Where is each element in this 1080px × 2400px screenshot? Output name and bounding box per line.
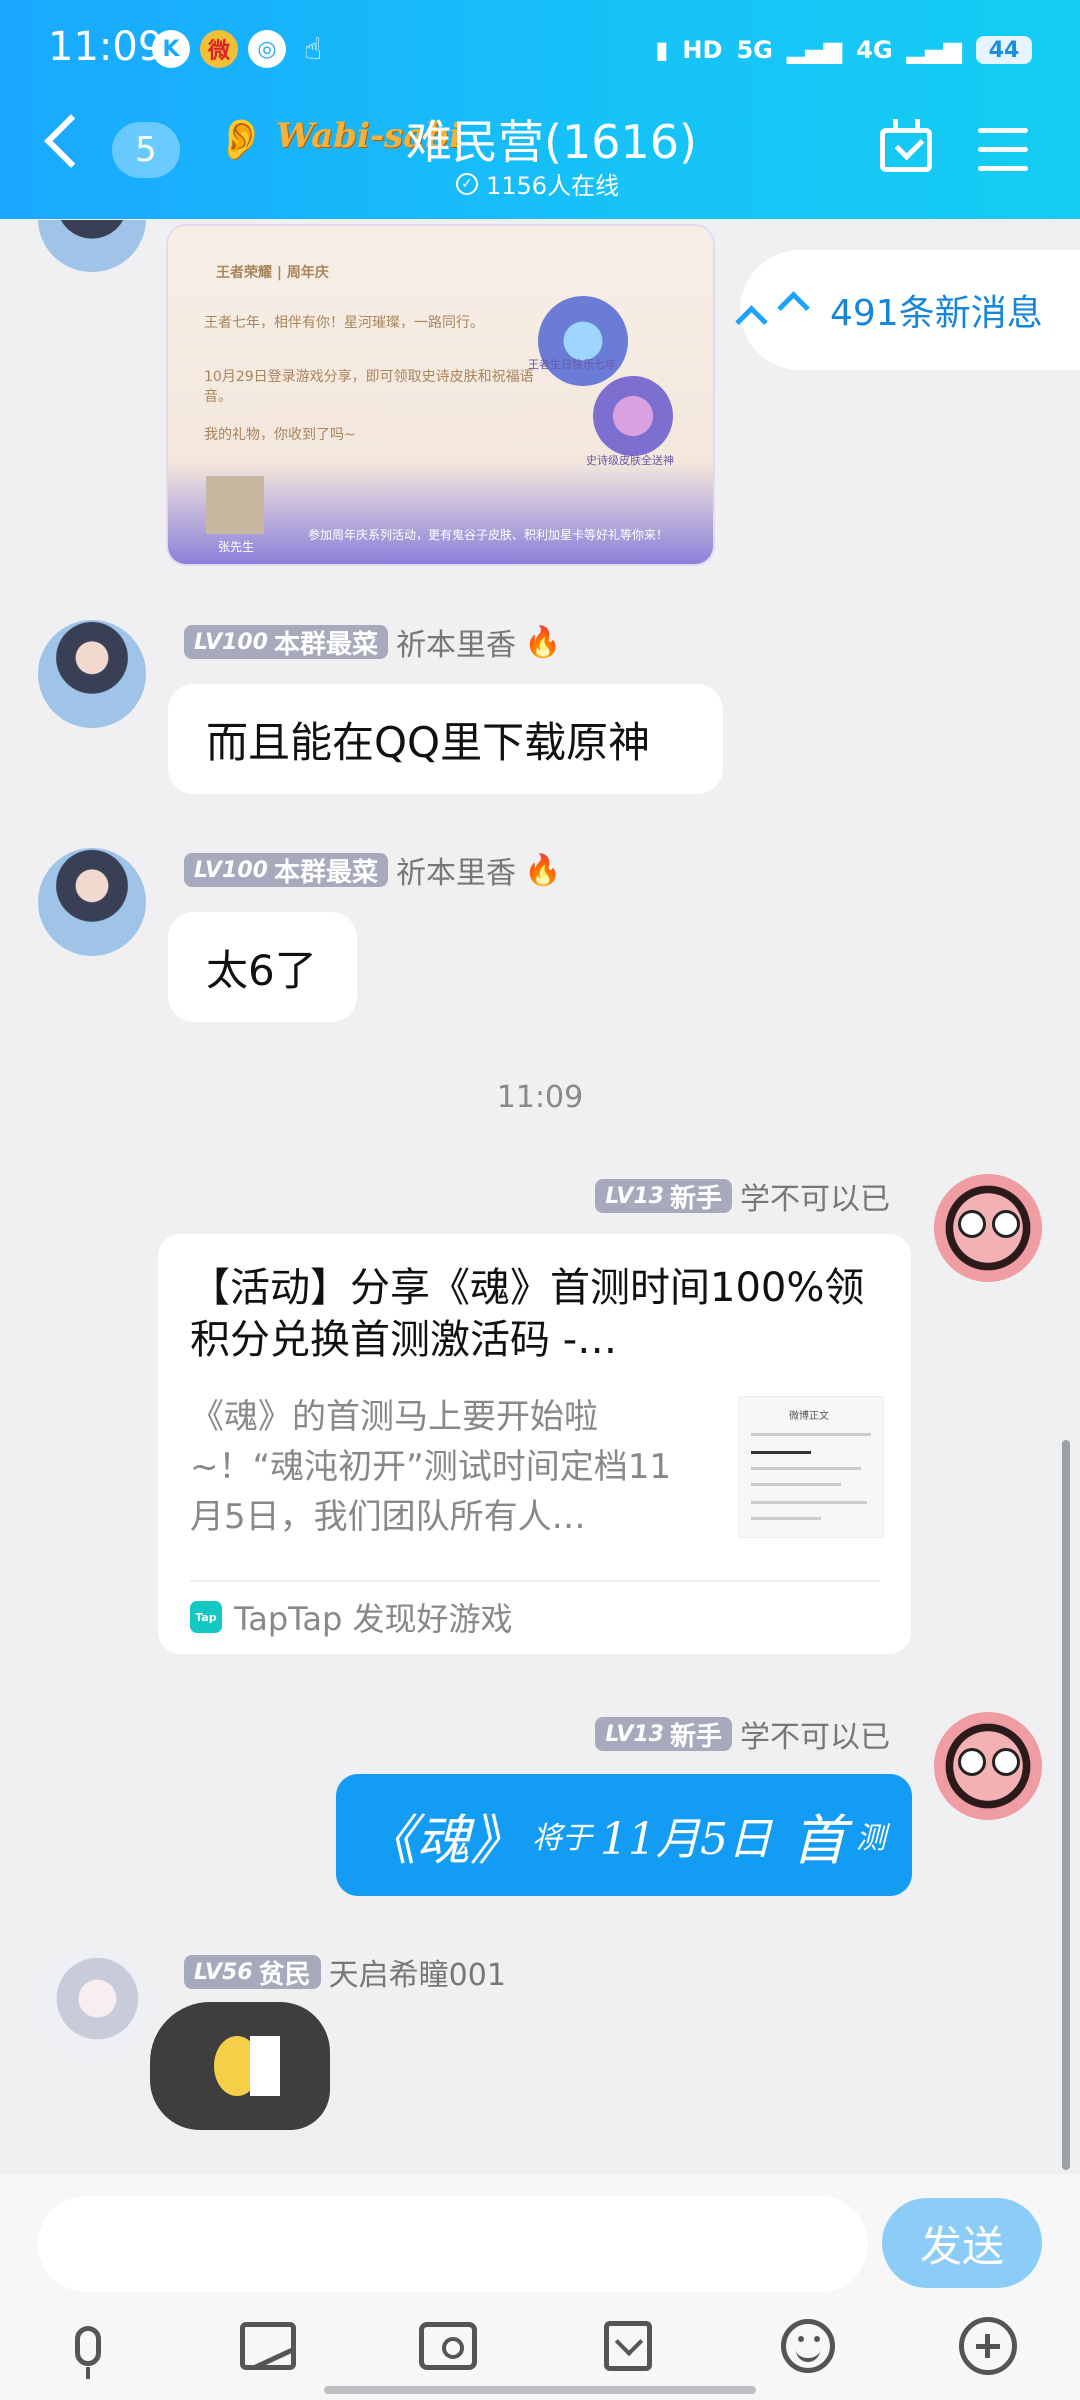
gem-graphic [538, 296, 628, 386]
divider [190, 1580, 879, 1582]
message-bubble[interactable]: 而且能在QQ里下载原神 [168, 684, 723, 794]
back-arrow-icon[interactable] [44, 114, 98, 168]
image-text: 王者七年，相伴有你！星河璀璨，一路同行。 [204, 315, 484, 331]
avatar[interactable] [38, 620, 146, 728]
sender-name[interactable]: 学不可以已 [740, 1712, 890, 1756]
image-text: 参加周年庆系列活动，更有鬼谷子皮肤、积利加星卡等好礼等你来！ [308, 528, 669, 542]
red-packet-icon[interactable] [598, 2316, 658, 2376]
message-meta: LV56 贫民 天启希瞳001 [184, 1950, 506, 1994]
link-card[interactable]: 【活动】分享《魂》首测时间100%领积分兑换首测激活码 -… 《魂》的首测马上要… [158, 1234, 911, 1654]
calendar-check-icon[interactable] [880, 119, 932, 172]
fire-icon: 🔥 [523, 852, 562, 888]
fire-icon: 🔥 [523, 624, 562, 660]
status-time: 11:09 [48, 24, 164, 70]
art-text: 将于 [532, 1821, 592, 1856]
home-indicator[interactable] [324, 2386, 756, 2394]
avatar[interactable] [934, 1174, 1042, 1282]
image-text: 我的礼物，你收到了吗~ [204, 427, 356, 443]
image-text: 10月29日登录游戏分享，即可领取史诗皮肤和祝福语音。 [204, 369, 534, 405]
level-badge: LV13 新手 [595, 1179, 732, 1214]
message-meta: LV100 本群最菜 祈本里香 🔥 [184, 848, 561, 892]
hd-label: HD [682, 36, 723, 64]
art-text: 《魂》 [362, 1808, 524, 1872]
art-text: 11月5日 [600, 1814, 772, 1865]
avatar[interactable] [934, 1712, 1042, 1820]
vibrate-icon: ▮ [655, 36, 669, 64]
menu-icon[interactable] [978, 128, 1028, 172]
link-source: Tap TapTap 发现好游戏 [190, 1594, 513, 1640]
chat-header: 11:09 K 微 ◎ ☝ ▮ HD 5G ▂▄▆ 4G ▂▄▆ 44 5 👂 … [0, 0, 1080, 219]
signal-icon: ▂▄▆ [786, 36, 843, 64]
level-badge: LV100 本群最菜 [184, 625, 388, 660]
source-label: TapTap 发现好游戏 [234, 1600, 513, 1638]
message-meta: LV100 本群最菜 祈本里香 🔥 [184, 620, 561, 664]
microphone-icon[interactable] [58, 2316, 118, 2379]
avatar[interactable] [38, 1950, 146, 2058]
image-icon[interactable] [238, 2316, 298, 2376]
status-right: ▮ HD 5G ▂▄▆ 4G ▂▄▆ 44 [655, 30, 1032, 70]
touch-icon: ☝ [303, 31, 323, 67]
message-timestamp: 11:09 [496, 1080, 584, 1115]
image-text: 王者生日快乐七年 [528, 358, 616, 371]
message-bubble[interactable]: 太6了 [168, 912, 357, 1022]
image-text: 王者荣耀 | 周年庆 [216, 265, 329, 281]
message-meta: LV13 新手 学不可以已 [595, 1712, 890, 1756]
new-messages-button[interactable]: 491条新消息 [735, 250, 1080, 370]
taptap-icon: Tap [190, 1601, 222, 1633]
image-text: 张先生 [218, 540, 255, 554]
message-input[interactable] [38, 2196, 868, 2292]
online-count: 1156人在线 [486, 172, 620, 200]
image-text: 史诗级皮肤全送神 [586, 454, 674, 467]
plus-icon[interactable] [958, 2316, 1018, 2376]
browser-icon: ◎ [248, 30, 286, 68]
message-bubble[interactable]: 《魂》 将于 11月5日 首 测 [336, 1774, 912, 1896]
skin-graphic [593, 376, 673, 456]
sender-name[interactable]: 祈本里香 [396, 620, 516, 664]
link-description: 《魂》的首测马上要开始啦~！“魂沌初开”测试时间定档11月5日，我们团队所有人… [190, 1397, 671, 1537]
link-thumbnail: 微博正文 [738, 1396, 884, 1538]
signal-icon-2: ▂▄▆ [906, 36, 962, 64]
sender-name[interactable]: 学不可以已 [740, 1174, 890, 1218]
level-badge: LV56 贫民 [184, 1955, 321, 1990]
level-badge: LV13 新手 [595, 1717, 732, 1752]
battery-icon: 44 [976, 36, 1032, 64]
avatar[interactable] [38, 848, 146, 956]
network-4g: 4G [856, 36, 893, 64]
check-circle-icon: ✓ [456, 172, 478, 195]
page-title[interactable]: 难民营(1616) [406, 106, 697, 172]
image-message[interactable]: 王者荣耀 | 周年庆 王者七年，相伴有你！星河璀璨，一路同行。 10月29日登录… [168, 226, 713, 564]
level-badge: LV100 本群最菜 [184, 853, 388, 888]
weibo-icon: 微 [200, 30, 238, 68]
scrollbar[interactable] [1062, 1440, 1070, 2170]
camera-icon[interactable] [418, 2316, 478, 2376]
message-meta: LV13 新手 学不可以已 [595, 1174, 890, 1218]
online-status: ✓ 1156人在线 [456, 166, 619, 201]
qr-thumbnail [206, 476, 264, 534]
double-chevron-up-icon [735, 290, 810, 338]
art-text: 测 [855, 1821, 886, 1856]
emoji-icon[interactable] [778, 2316, 838, 2376]
sender-name[interactable]: 祈本里香 [396, 848, 516, 892]
send-button[interactable]: 发送 [882, 2198, 1042, 2288]
sticker-image[interactable] [150, 2002, 330, 2130]
sender-name[interactable]: 天启希瞳001 [329, 1950, 506, 1994]
link-title: 【活动】分享《魂》首测时间100%领积分兑换首测激活码 -… [190, 1265, 865, 1363]
unread-count-badge[interactable]: 5 [112, 122, 180, 178]
network-5g: 5G [736, 36, 773, 64]
ear-icon: 👂 [216, 117, 266, 163]
new-messages-label: 491条新消息 [830, 293, 1043, 334]
k-app-icon: K [152, 30, 190, 68]
art-text: 首 [791, 1808, 846, 1872]
thumb-title: 微博正文 [789, 1411, 829, 1422]
